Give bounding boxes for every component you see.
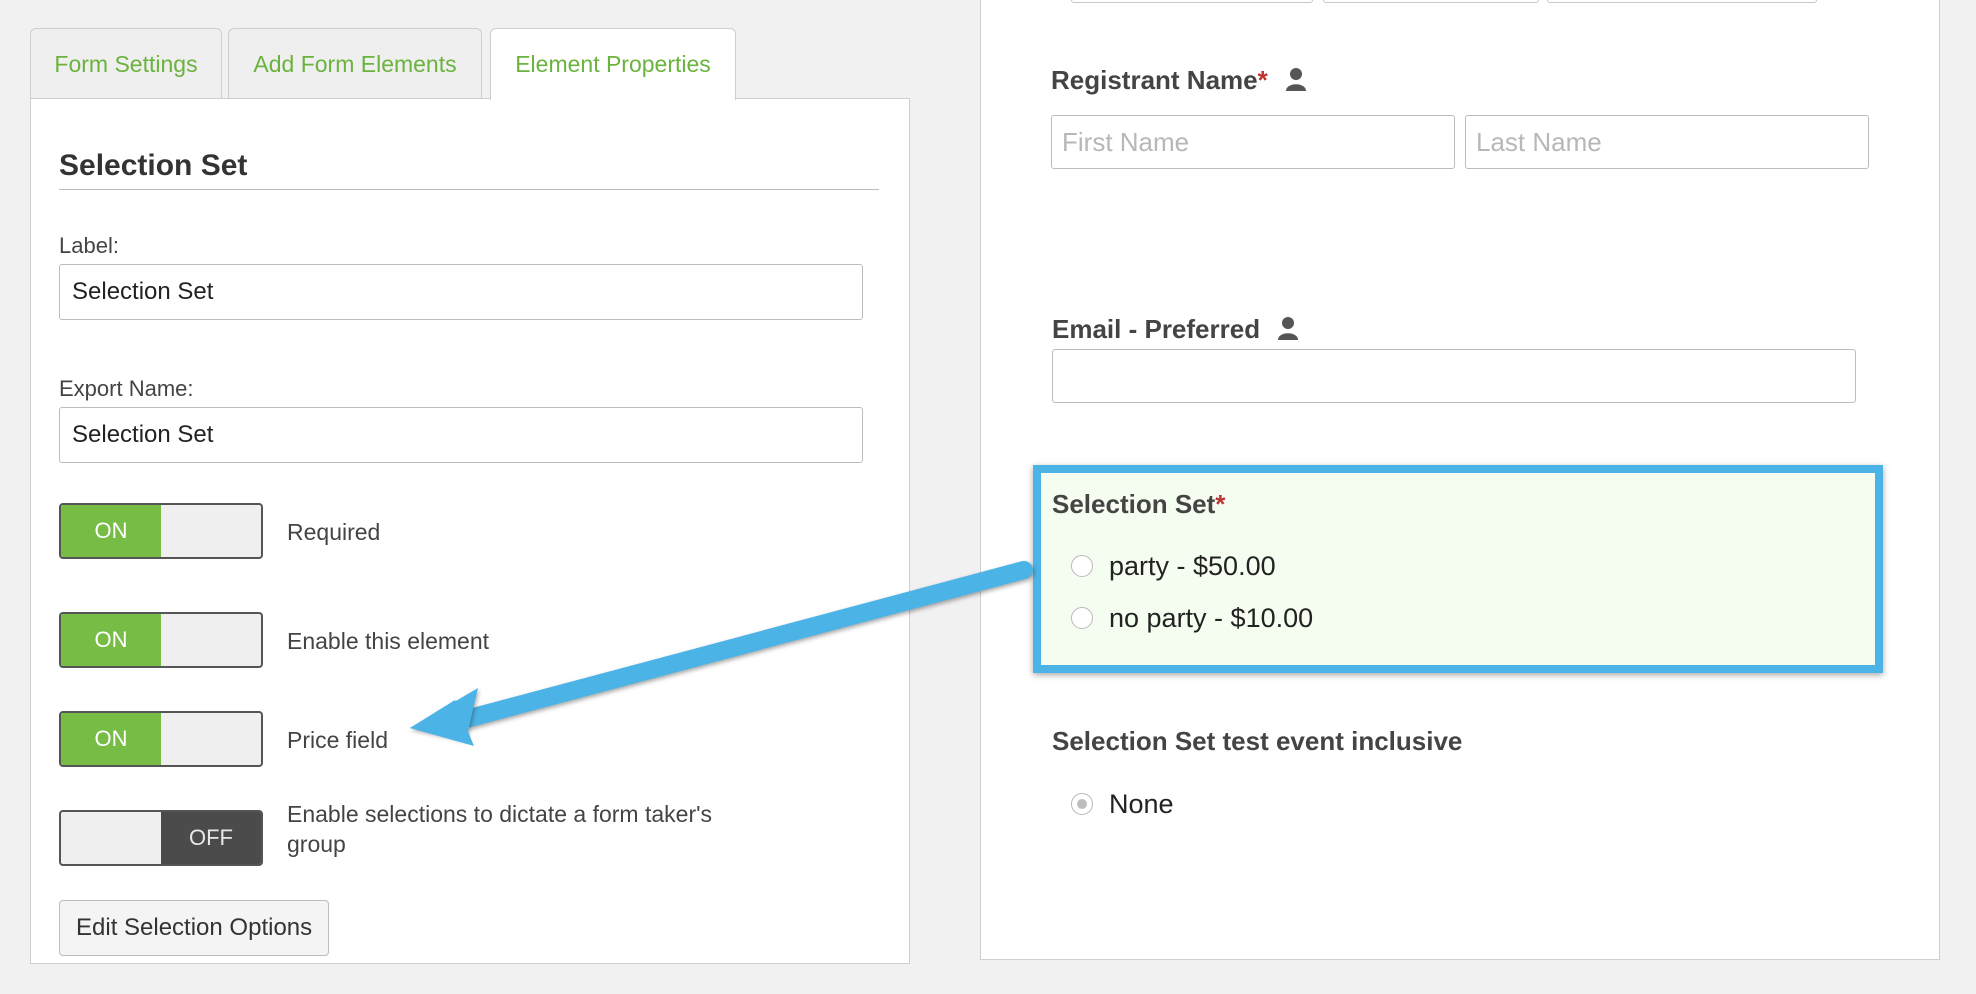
properties-section-title: Selection Set bbox=[59, 149, 879, 190]
dictate-group-toggle-label: Enable selections to dictate a form take… bbox=[287, 801, 712, 857]
last-name-input[interactable] bbox=[1465, 115, 1869, 169]
radio-button[interactable] bbox=[1071, 555, 1093, 577]
first-name-input[interactable] bbox=[1051, 115, 1455, 169]
dictate-group-toggle-state: OFF bbox=[161, 812, 261, 864]
edit-selection-options-button[interactable]: Edit Selection Options bbox=[59, 900, 330, 956]
dictate-group-toggle[interactable]: OFF bbox=[59, 810, 263, 866]
selection-set-label-text: Selection Set bbox=[1052, 489, 1216, 519]
radio-button[interactable] bbox=[1071, 607, 1093, 629]
label-input[interactable] bbox=[59, 264, 863, 320]
price-field-toggle-state: ON bbox=[61, 713, 161, 765]
selection-set-label: Selection Set* bbox=[1052, 489, 1225, 520]
enable-element-toggle-state: ON bbox=[61, 614, 161, 666]
required-toggle-state: ON bbox=[61, 505, 161, 557]
email-preferred-label: Email - Preferred bbox=[1052, 314, 1299, 345]
export-name-input[interactable] bbox=[59, 407, 863, 463]
required-toggle[interactable]: ON bbox=[59, 503, 263, 559]
enable-element-toggle[interactable]: ON bbox=[59, 612, 263, 668]
registrant-name-label-text: Registrant Name bbox=[1051, 65, 1258, 95]
form-preview-panel: Registrant Name* Email - Preferred Selec… bbox=[980, 0, 1940, 960]
tab-add-form-elements[interactable]: Add Form Elements bbox=[228, 28, 482, 98]
price-field-toggle[interactable]: ON bbox=[59, 711, 263, 767]
selection-set-test-label: Selection Set test event inclusive bbox=[1052, 726, 1463, 756]
option-text: party - $50.00 bbox=[1109, 551, 1276, 581]
required-toggle-label: Required bbox=[287, 519, 381, 545]
top-input-stub bbox=[1071, 0, 1313, 3]
element-properties-panel: Selection Set Label: Export Name: ON Req… bbox=[30, 98, 910, 964]
required-asterisk: * bbox=[1257, 65, 1268, 95]
email-input[interactable] bbox=[1052, 349, 1856, 403]
option-text: no party - $10.00 bbox=[1109, 603, 1314, 633]
radio-button[interactable] bbox=[1071, 793, 1093, 815]
person-icon bbox=[1285, 68, 1306, 91]
email-preferred-label-text: Email - Preferred bbox=[1052, 314, 1261, 344]
enable-element-toggle-label: Enable this element bbox=[287, 628, 490, 654]
label-field-caption: Label: bbox=[59, 233, 119, 258]
tab-element-properties[interactable]: Element Properties bbox=[490, 28, 736, 100]
option-text: None bbox=[1109, 789, 1174, 819]
registrant-name-label: Registrant Name* bbox=[1051, 65, 1307, 96]
top-input-stub bbox=[1323, 0, 1539, 3]
tab-form-settings[interactable]: Form Settings bbox=[30, 28, 222, 98]
top-input-stub bbox=[1547, 0, 1817, 3]
export-name-caption: Export Name: bbox=[59, 376, 194, 401]
person-icon bbox=[1278, 317, 1299, 340]
required-asterisk: * bbox=[1215, 489, 1226, 519]
price-field-toggle-label: Price field bbox=[287, 727, 388, 753]
